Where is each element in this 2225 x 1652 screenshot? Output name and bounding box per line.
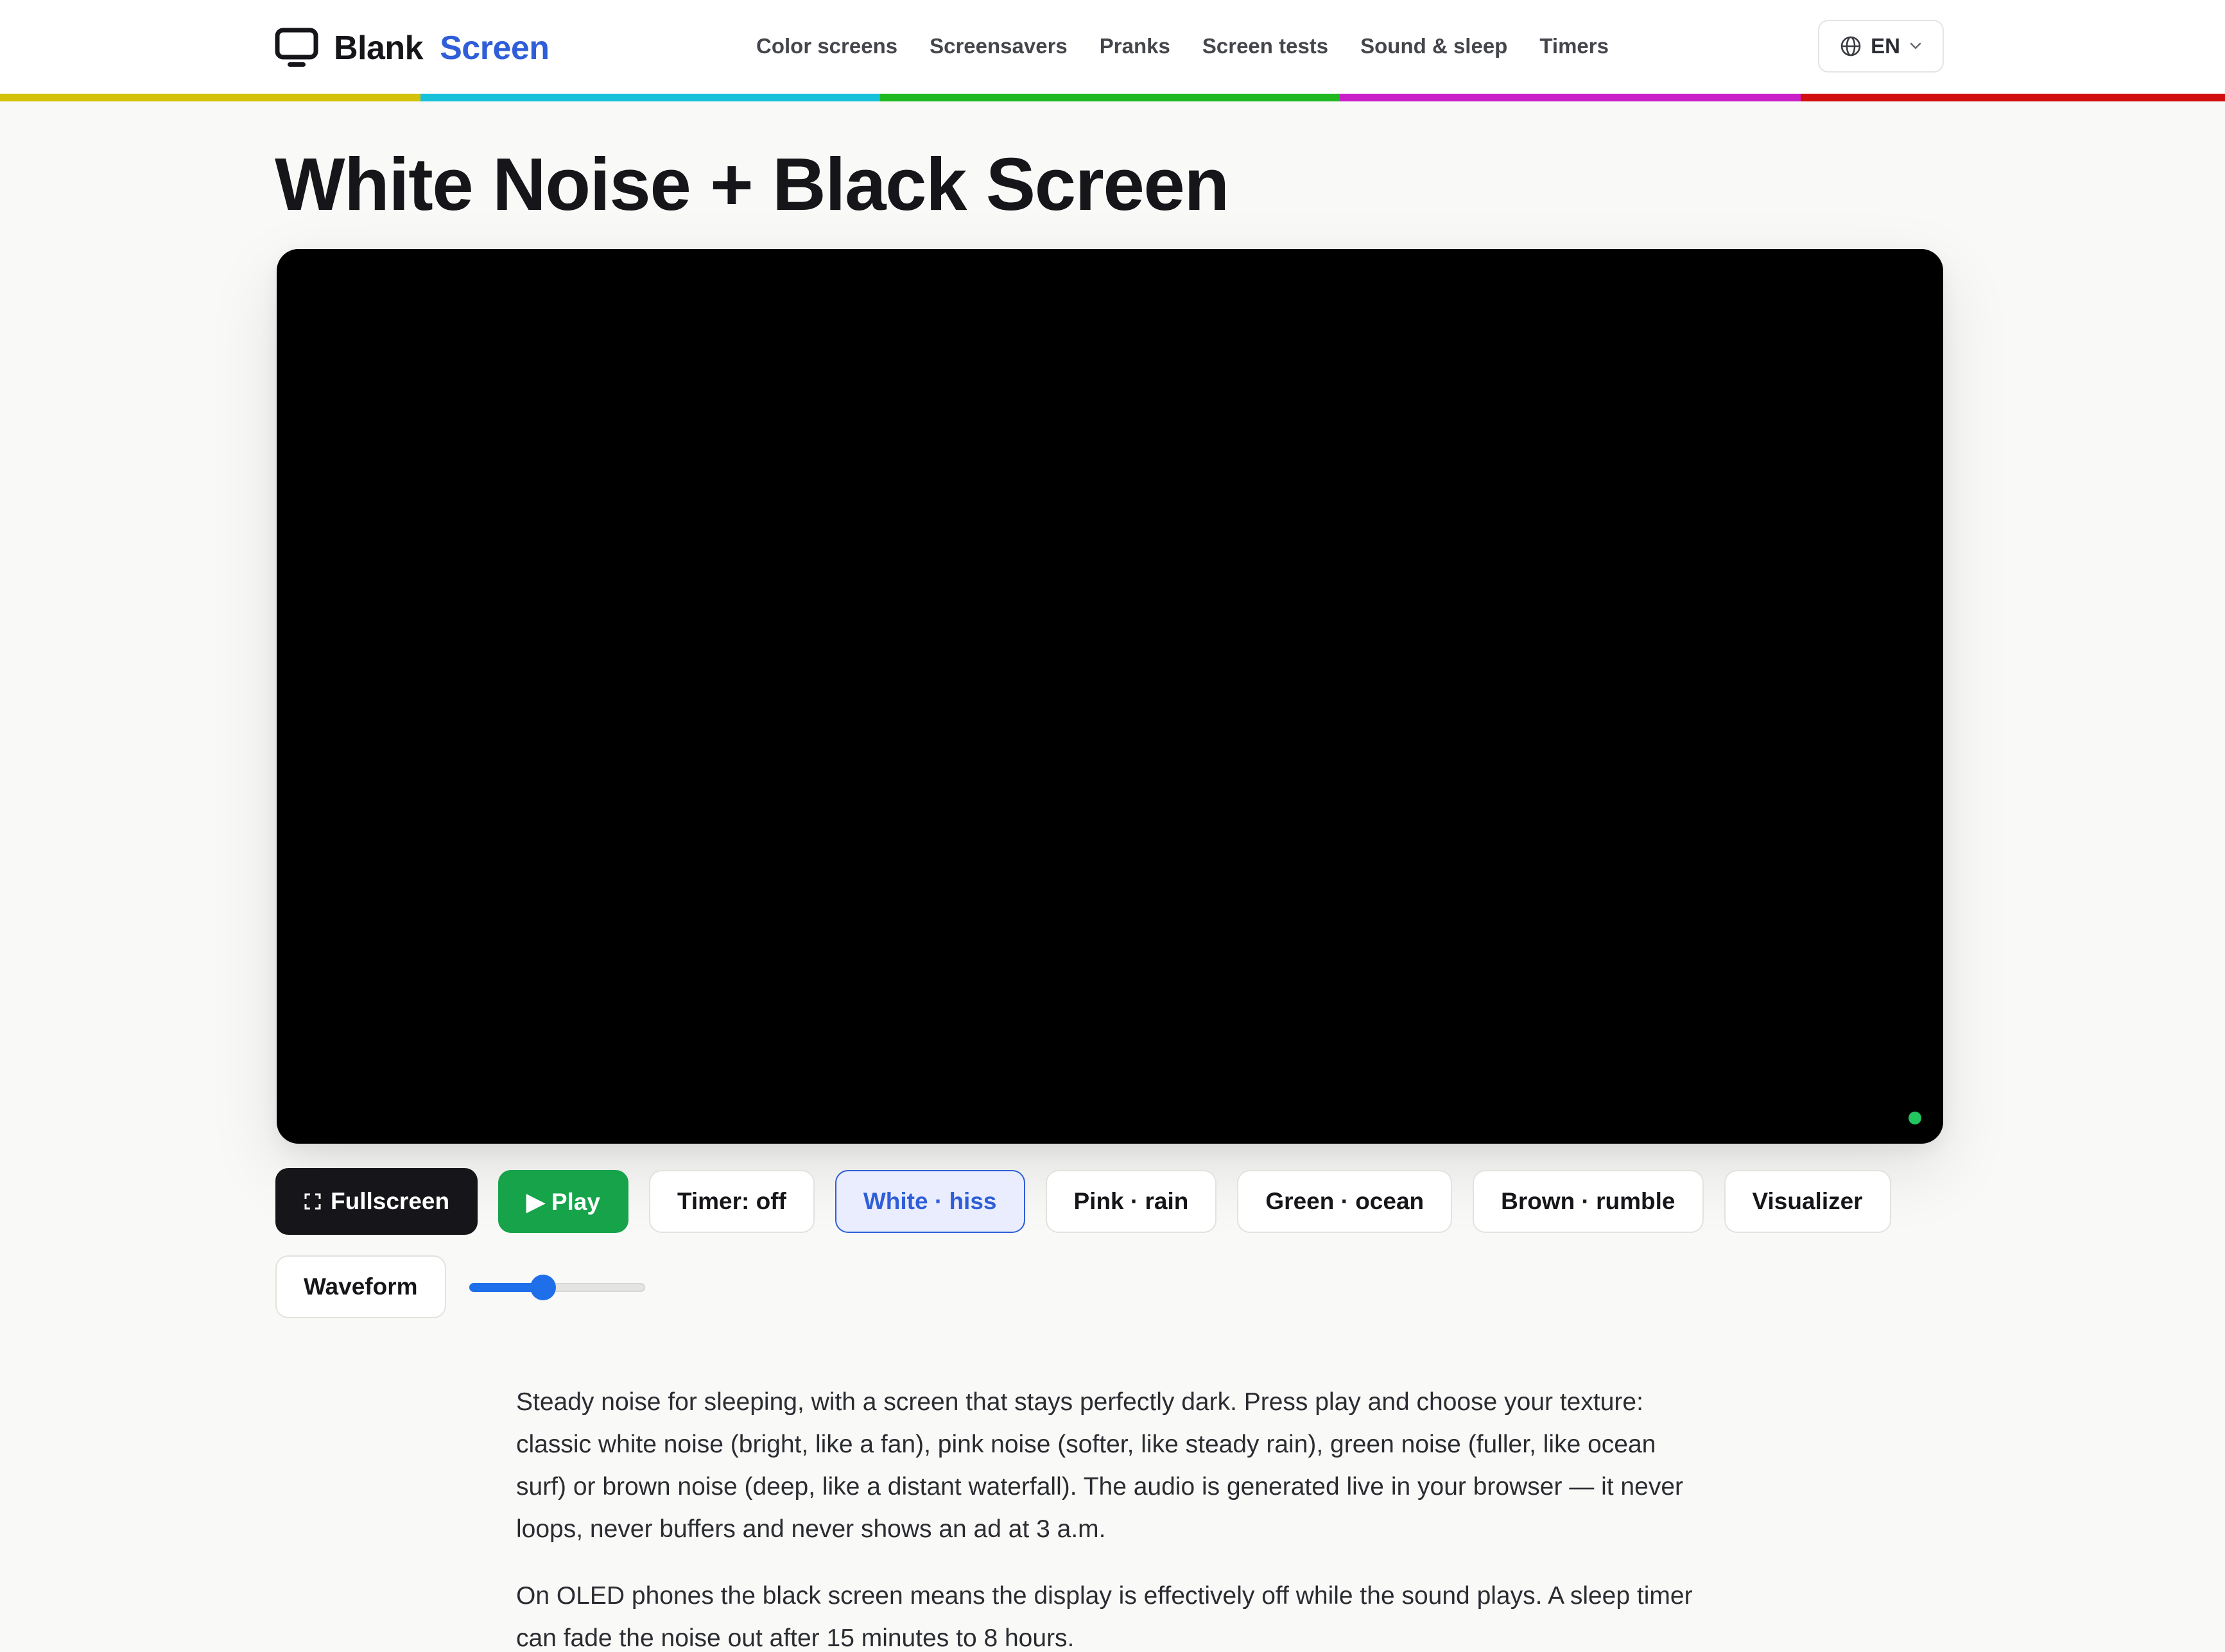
player-controls: Fullscreen ▶ Play Timer: off White · his… [275,1168,1944,1318]
waveform-label: Waveform [304,1273,418,1300]
description-paragraph-1: Steady noise for sleeping, with a screen… [516,1388,1683,1543]
rainbow-segment-magenta [1340,94,1801,101]
status-indicator-dot [1909,1112,1921,1124]
globe-icon [1840,36,1861,56]
fullscreen-label: Fullscreen [331,1188,450,1214]
rainbow-segment-red [1801,94,2225,101]
main-nav: Color screens Screensavers Pranks Screen… [756,31,1609,62]
description-paragraph-2: On OLED phones the black screen means th… [516,1582,1693,1652]
noise-brown-label: Brown · rumble [1501,1188,1675,1214]
chevron-down-icon [1910,42,1921,49]
page-title: White Noise + Black Screen [275,142,1229,226]
play-label: ▶ Play [526,1188,600,1215]
rainbow-segment-cyan [420,94,880,101]
play-button[interactable]: ▶ Play [498,1170,628,1233]
noise-pink-label: Pink · rain [1073,1188,1189,1214]
black-screen-display[interactable] [277,249,1943,1144]
nav-sound-sleep[interactable]: Sound & sleep [1360,34,1507,58]
language-selector[interactable]: EN [1818,20,1944,73]
nav-color-screens[interactable]: Color screens [756,34,897,58]
noise-pink-button[interactable]: Pink · rain [1045,1170,1217,1233]
visualizer-label: Visualizer [1752,1188,1863,1214]
noise-white-button[interactable]: White · hiss [835,1170,1025,1233]
description: Steady noise for sleeping, with a screen… [516,1381,1710,1652]
volume-slider[interactable] [469,1255,645,1318]
site-logo[interactable]: Blank Screen [275,26,550,71]
timer-label: Timer: off [677,1188,786,1214]
volume-slider-thumb[interactable] [530,1275,556,1300]
language-label: EN [1871,34,1900,58]
fullscreen-button[interactable]: Fullscreen [275,1168,478,1235]
nav-screen-tests[interactable]: Screen tests [1202,34,1328,58]
rainbow-segment-green [880,94,1340,101]
site-header: Blank Screen Color screens Screensavers … [0,0,2225,96]
nav-screensavers[interactable]: Screensavers [930,34,1068,58]
monitor-icon [275,28,318,67]
noise-green-button[interactable]: Green · ocean [1237,1170,1453,1233]
noise-brown-button[interactable]: Brown · rumble [1473,1170,1704,1233]
noise-white-label: White · hiss [863,1188,997,1214]
rainbow-divider [0,94,2225,101]
noise-green-label: Green · ocean [1265,1188,1424,1214]
timer-button[interactable]: Timer: off [648,1170,815,1233]
rainbow-segment-yellow [0,94,420,101]
logo-word-blank: Blank [334,30,424,67]
logo-word-screen: Screen [440,30,550,67]
visualizer-button[interactable]: Visualizer [1724,1170,1891,1233]
nav-pranks[interactable]: Pranks [1100,34,1170,58]
waveform-button[interactable]: Waveform [275,1255,446,1318]
fullscreen-icon [304,1193,321,1210]
nav-timers[interactable]: Timers [1539,34,1609,58]
